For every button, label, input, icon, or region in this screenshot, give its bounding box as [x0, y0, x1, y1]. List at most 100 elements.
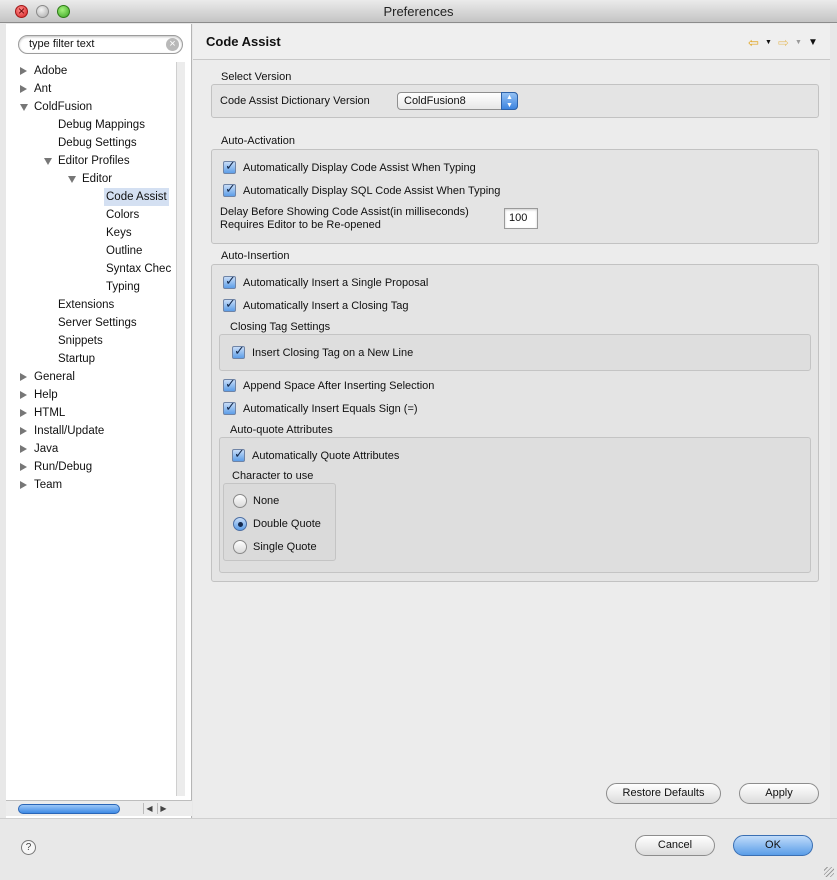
scroll-left-icon[interactable]: ◀	[143, 803, 155, 814]
sidebar-item-adobe[interactable]: Adobe	[6, 62, 176, 80]
disclosure-collapsed-icon[interactable]	[20, 481, 27, 489]
sidebar-item-html[interactable]: HTML	[6, 404, 176, 422]
sidebar-item-typing[interactable]: Typing	[6, 278, 176, 296]
filter-placeholder: type filter text	[29, 38, 95, 50]
resize-grip-icon[interactable]	[824, 867, 834, 877]
sidebar-item-label: Snippets	[58, 335, 103, 347]
title-bar[interactable]: Preferences	[0, 0, 837, 23]
checkbox-checked-icon[interactable]	[232, 445, 245, 463]
tree-horizontal-scrollbar[interactable]: ◀ ▶	[6, 800, 192, 816]
zoom-window-icon[interactable]	[57, 5, 70, 18]
radio-selected-icon[interactable]	[233, 517, 247, 531]
sidebar-item-general[interactable]: General	[6, 368, 176, 386]
radio-double-quote-label: Double Quote	[253, 518, 321, 530]
disclosure-expanded-icon[interactable]	[68, 176, 76, 183]
dictionary-version-select[interactable]: ColdFusion8 ▲ ▼	[397, 92, 518, 110]
delay-input[interactable]: 100	[504, 208, 538, 229]
minimize-window-icon[interactable]	[36, 5, 49, 18]
sidebar-item-label: Run/Debug	[34, 461, 93, 473]
checkbox-checked-icon[interactable]	[223, 398, 236, 416]
checkbox-checked-icon[interactable]	[223, 272, 236, 290]
sidebar-item-label: ColdFusion	[34, 101, 93, 113]
clear-filter-icon[interactable]: ×	[166, 38, 179, 51]
arrow-right-icon[interactable]: ⇨	[778, 35, 789, 51]
disclosure-collapsed-icon[interactable]	[20, 427, 27, 435]
sidebar-item-label: Typing	[106, 281, 140, 293]
select-version-label: Select Version	[221, 71, 292, 83]
sidebar-item-debug-mappings[interactable]: Debug Mappings	[6, 116, 176, 134]
page-navigation: ⇦ ▼ ⇨ ▼ ▼	[748, 35, 820, 51]
disclosure-collapsed-icon[interactable]	[20, 85, 27, 93]
sidebar-item-label: Syntax Chec	[106, 263, 172, 275]
disclosure-collapsed-icon[interactable]	[20, 391, 27, 399]
dialog-footer: ? Cancel OK	[0, 818, 837, 880]
sidebar-item-label: Editor	[82, 173, 113, 185]
sidebar-item-label: Adobe	[34, 65, 68, 77]
sidebar-item-label: Startup	[58, 353, 96, 365]
disclosure-expanded-icon[interactable]	[20, 104, 28, 111]
sidebar-item-run-debug[interactable]: Run/Debug	[6, 458, 176, 476]
sidebar-item-outline[interactable]: Outline	[6, 242, 176, 260]
sidebar-item-startup[interactable]: Startup	[6, 350, 176, 368]
checkbox-checked-icon[interactable]	[223, 157, 236, 175]
sidebar-item-coldfusion[interactable]: ColdFusion	[6, 98, 176, 116]
tree-horizontal-scroll-thumb[interactable]	[18, 804, 120, 814]
disclosure-expanded-icon[interactable]	[44, 158, 52, 165]
radio-unselected-icon[interactable]	[233, 494, 247, 508]
sidebar-item-ant[interactable]: Ant	[6, 80, 176, 98]
checkbox-checked-icon[interactable]	[232, 342, 245, 360]
checkbox-checked-icon[interactable]	[223, 180, 236, 198]
sidebar-item-java[interactable]: Java	[6, 440, 176, 458]
preferences-sidebar: type filter text × Adobe Ant ColdFusion Deb…	[6, 24, 192, 818]
restore-defaults-button[interactable]: Restore Defaults	[606, 783, 721, 804]
question-mark-icon[interactable]: ?	[21, 840, 36, 855]
sidebar-item-editor-profiles[interactable]: Editor Profiles	[6, 152, 176, 170]
filter-input[interactable]: type filter text ×	[18, 35, 183, 54]
sidebar-item-keys[interactable]: Keys	[6, 224, 176, 242]
sidebar-item-label: Help	[34, 389, 58, 401]
select-updown-icon[interactable]: ▲ ▼	[501, 92, 518, 110]
sidebar-item-team[interactable]: Team	[6, 476, 176, 494]
sidebar-item-label: Debug Settings	[58, 137, 137, 149]
disclosure-collapsed-icon[interactable]	[20, 409, 27, 417]
radio-none-label: None	[253, 495, 280, 507]
checkbox-checked-icon[interactable]	[223, 295, 236, 313]
disclosure-collapsed-icon[interactable]	[20, 445, 27, 453]
dictionary-version-value: ColdFusion8	[404, 95, 466, 107]
chevron-down-icon[interactable]: ▼	[808, 37, 818, 48]
sidebar-item-install-update[interactable]: Install/Update	[6, 422, 176, 440]
auto-activation-group: Automatically Display Code Assist When T…	[211, 149, 819, 244]
tree-vertical-scrollbar[interactable]	[176, 62, 185, 796]
sidebar-item-label: General	[34, 371, 75, 383]
radio-unselected-icon[interactable]	[233, 540, 247, 554]
closing-tag-label: Automatically Insert a Closing Tag	[243, 300, 409, 312]
sidebar-item-label: Code Assist	[104, 188, 169, 206]
cancel-button[interactable]: Cancel	[635, 835, 715, 856]
sidebar-item-code-assist[interactable]: Code Assist	[6, 188, 176, 206]
sidebar-item-colors[interactable]: Colors	[6, 206, 176, 224]
sidebar-item-label: Install/Update	[34, 425, 105, 437]
sidebar-item-server-settings[interactable]: Server Settings	[6, 314, 176, 332]
auto-activation-label: Auto-Activation	[221, 135, 295, 147]
select-version-group: Code Assist Dictionary Version ColdFusio…	[211, 84, 819, 118]
close-window-icon[interactable]	[15, 0, 28, 23]
sidebar-item-help[interactable]: Help	[6, 386, 176, 404]
back-dropdown-chevron-down-icon[interactable]: ▼	[765, 39, 772, 46]
apply-button[interactable]: Apply	[739, 783, 819, 804]
scroll-right-icon[interactable]: ▶	[157, 803, 169, 814]
display-code-assist-label: Automatically Display Code Assist When T…	[243, 162, 476, 174]
delay-label-line1: Delay Before Showing Code Assist(in mill…	[220, 206, 469, 218]
sidebar-item-extensions[interactable]: Extensions	[6, 296, 176, 314]
disclosure-collapsed-icon[interactable]	[20, 463, 27, 471]
sidebar-item-editor[interactable]: Editor	[6, 170, 176, 188]
sidebar-item-syntax-chec[interactable]: Syntax Chec	[6, 260, 176, 278]
disclosure-collapsed-icon[interactable]	[20, 373, 27, 381]
auto-quote-group: Automatically Quote Attributes Character…	[219, 437, 811, 573]
checkbox-checked-icon[interactable]	[223, 375, 236, 393]
arrow-left-icon[interactable]: ⇦	[748, 35, 759, 51]
sidebar-item-snippets[interactable]: Snippets	[6, 332, 176, 350]
disclosure-collapsed-icon[interactable]	[20, 67, 27, 75]
sidebar-item-debug-settings[interactable]: Debug Settings	[6, 134, 176, 152]
ok-button[interactable]: OK	[733, 835, 813, 856]
forward-dropdown-chevron-down-icon[interactable]: ▼	[795, 39, 802, 46]
